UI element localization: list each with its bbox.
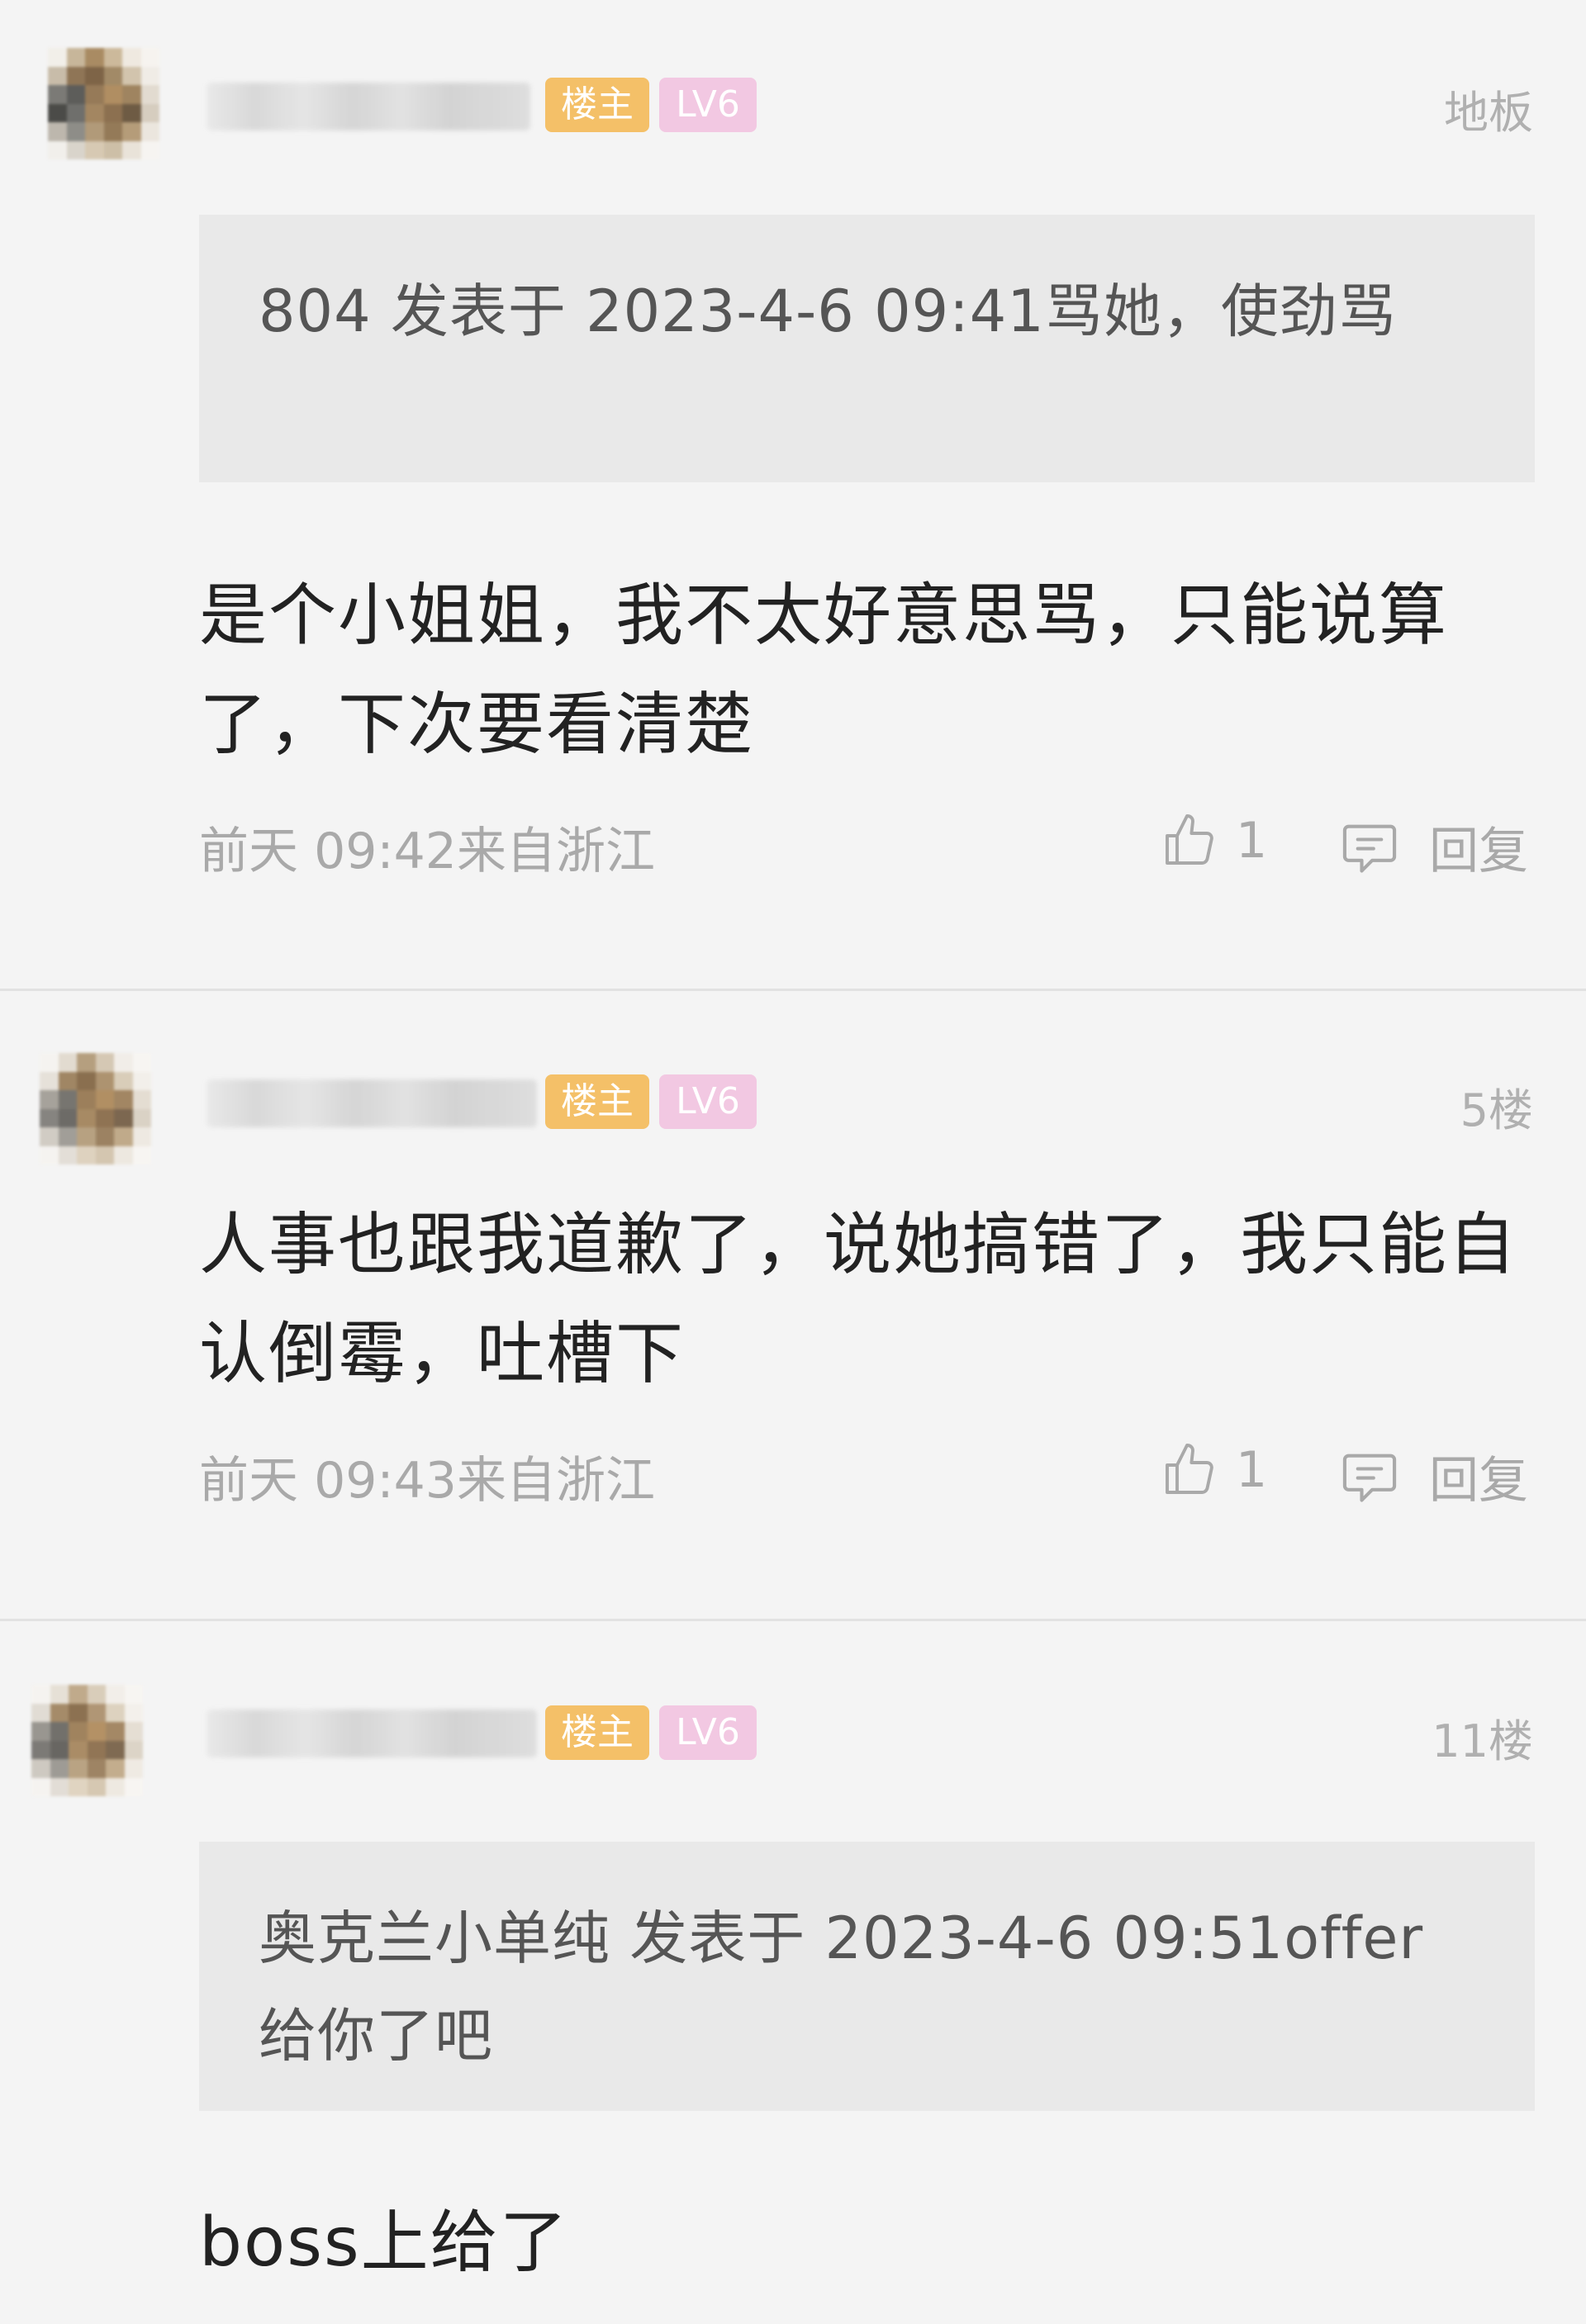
owner-badge: 楼主: [545, 78, 649, 132]
reply-label: 回复: [1429, 823, 1528, 880]
like-button[interactable]: 1: [1160, 811, 1267, 870]
username[interactable]: [207, 1710, 537, 1757]
avatar[interactable]: [40, 1053, 151, 1164]
thumbs-up-icon: [1160, 1440, 1219, 1500]
divider: [0, 1619, 1586, 1621]
comment-thread: 楼主 LV6 地板 804 发表于 2023-4-6 09:41骂她，使劲骂 是…: [0, 0, 1586, 2324]
owner-badge: 楼主: [545, 1705, 649, 1760]
level-badge: LV6: [659, 1705, 757, 1760]
quoted-reply[interactable]: 804 发表于 2023-4-6 09:41骂她，使劲骂: [199, 215, 1535, 482]
floor-label: 5楼: [1460, 1084, 1533, 1136]
reply-label: 回复: [1429, 1452, 1528, 1510]
quoted-reply-text: 奥克兰小单纯 发表于 2023-4-6 09:51offer给你了吧: [259, 1904, 1424, 2070]
speech-bubble-icon: [1338, 816, 1401, 879]
reply-button[interactable]: 回复: [1338, 1440, 1528, 1512]
reply-button[interactable]: 回复: [1338, 811, 1528, 883]
like-button[interactable]: 1: [1160, 1440, 1267, 1500]
speech-bubble-icon: [1338, 1445, 1401, 1508]
floor-label: 11楼: [1432, 1715, 1533, 1767]
comment-text: 人事也跟我道歉了，说她搞错了，我只能自认倒霉，吐槽下: [199, 1206, 1518, 1393]
avatar[interactable]: [31, 1685, 143, 1796]
divider: [0, 989, 1586, 991]
floor-label: 地板: [1444, 87, 1533, 139]
avatar[interactable]: [48, 48, 159, 159]
like-count: 1: [1236, 812, 1268, 870]
thumbs-up-icon: [1160, 811, 1219, 870]
username[interactable]: [207, 1079, 537, 1127]
level-badge: LV6: [659, 1074, 757, 1129]
comment-meta: 前天 09:43来自浙江: [199, 1452, 655, 1510]
owner-badge: 楼主: [545, 1074, 649, 1129]
comment-text: boss上给了: [199, 2203, 569, 2282]
like-count: 1: [1236, 1441, 1268, 1499]
quoted-reply[interactable]: 奥克兰小单纯 发表于 2023-4-6 09:51offer给你了吧: [199, 1842, 1535, 2111]
comment-text: 是个小姐姐，我不太好意思骂，只能说算了，下次要看清楚: [199, 576, 1449, 764]
comment-meta: 前天 09:42来自浙江: [199, 823, 655, 880]
quoted-reply-text: 804 发表于 2023-4-6 09:41骂她，使劲骂: [259, 277, 1397, 345]
username[interactable]: [207, 83, 530, 130]
level-badge: LV6: [659, 78, 757, 132]
